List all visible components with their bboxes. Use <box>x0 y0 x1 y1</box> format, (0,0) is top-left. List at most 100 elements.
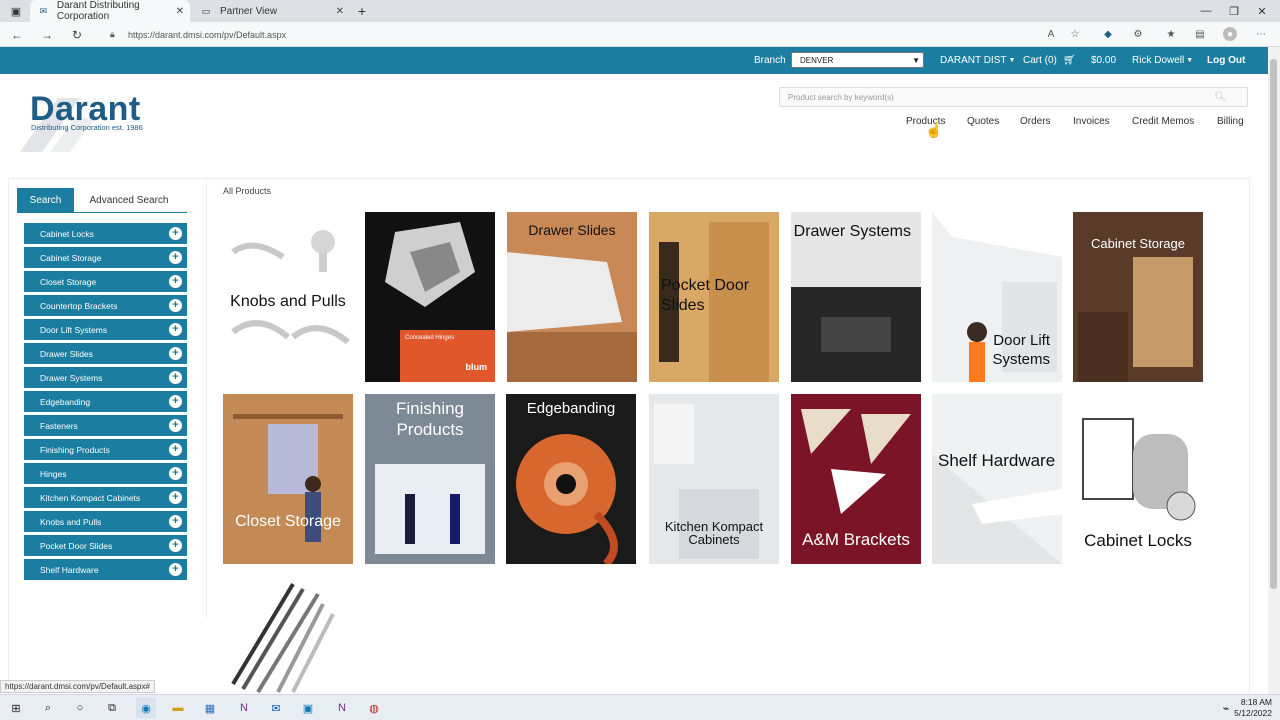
window-menu-icon[interactable]: ▣ <box>8 3 24 19</box>
tile-kitchen-kompact-cabinets[interactable]: Kitchen Kompact Cabinets <box>649 394 779 564</box>
extensions-icon[interactable]: ⚙ <box>1131 27 1145 41</box>
network-icon[interactable]: ⌁ <box>1216 698 1236 718</box>
expand-plus-icon[interactable]: + <box>169 563 182 576</box>
tile-door-lift-systems[interactable]: Door Lift Systems <box>932 212 1062 382</box>
browser-tab-darant[interactable]: ✉ Darant Distributing Corporation ✕ <box>30 0 190 22</box>
more-icon[interactable]: ⋯ <box>1254 27 1268 41</box>
tile-am-brackets[interactable]: A&M Brackets <box>791 394 921 564</box>
tile-cabinet-storage[interactable]: Cabinet Storage <box>1073 212 1203 382</box>
nav-billing[interactable]: Billing <box>1217 116 1244 127</box>
sidebar-category-edgebanding[interactable]: Edgebanding + <box>24 391 187 412</box>
onenote-icon[interactable]: N <box>234 698 254 718</box>
tile-shelf-hardware[interactable]: Shelf Hardware <box>932 394 1062 564</box>
expand-plus-icon[interactable]: + <box>169 515 182 528</box>
tile-knobs-and-pulls[interactable]: Knobs and Pulls <box>223 212 353 382</box>
logout-link[interactable]: Log Out <box>1207 47 1245 74</box>
scrollbar-thumb[interactable] <box>1270 59 1277 589</box>
favorite-icon[interactable]: ☆ <box>1068 27 1082 41</box>
close-tab-icon[interactable]: ✕ <box>336 6 344 17</box>
expand-plus-icon[interactable]: + <box>169 491 182 504</box>
sidebar-category-shelf-hardware[interactable]: Shelf Hardware + <box>24 559 187 580</box>
extension-icon[interactable]: ◆ <box>1101 27 1115 41</box>
refresh-icon[interactable]: ↻ <box>68 26 86 44</box>
expand-plus-icon[interactable]: + <box>169 251 182 264</box>
expand-plus-icon[interactable]: + <box>169 539 182 552</box>
tile-cabinet-locks[interactable]: Cabinet Locks <box>1073 394 1203 564</box>
sidebar-category-knobs-and-pulls[interactable]: Knobs and Pulls + <box>24 511 187 532</box>
sidebar-category-cabinet-storage[interactable]: Cabinet Storage + <box>24 247 187 268</box>
sidebar-category-closet-storage[interactable]: Closet Storage + <box>24 271 187 292</box>
expand-plus-icon[interactable]: + <box>169 443 182 456</box>
sidebar-category-fasteners[interactable]: Fasteners + <box>24 415 187 436</box>
profile-icon[interactable]: ● <box>1223 27 1237 41</box>
onenote-2-icon[interactable]: N <box>332 698 352 718</box>
maximize-icon[interactable]: ❐ <box>1226 3 1242 19</box>
close-tab-icon[interactable]: ✕ <box>176 6 184 17</box>
nav-quotes[interactable]: Quotes <box>967 116 999 127</box>
sidebar-category-drawer-systems[interactable]: Drawer Systems + <box>24 367 187 388</box>
tile-hinges[interactable]: Concealed Hinges blum <box>365 212 495 382</box>
expand-plus-icon[interactable]: + <box>169 299 182 312</box>
tile-drawer-systems[interactable]: Drawer Systems <box>791 212 921 382</box>
url-field[interactable]: 🔒︎ https://darant.dmsi.com/pv/Default.as… <box>104 25 1064 44</box>
nav-credit-memos[interactable]: Credit Memos <box>1132 116 1194 127</box>
sidebar-category-countertop-brackets[interactable]: Countertop Brackets + <box>24 295 187 316</box>
tile-drawer-slides[interactable]: Drawer Slides <box>507 212 637 382</box>
sidebar-category-drawer-slides[interactable]: Drawer Slides + <box>24 343 187 364</box>
read-aloud-icon[interactable]: A <box>1044 27 1058 41</box>
sidebar-category-finishing-products[interactable]: Finishing Products + <box>24 439 187 460</box>
tile-edgebanding[interactable]: Edgebanding <box>506 394 636 564</box>
page-scrollbar[interactable] <box>1268 47 1280 694</box>
sidebar-category-door-lift-systems[interactable]: Door Lift Systems + <box>24 319 187 340</box>
expand-plus-icon[interactable]: + <box>169 395 182 408</box>
app-2-icon[interactable]: ◍ <box>364 698 384 718</box>
close-window-icon[interactable]: ✕ <box>1254 3 1270 19</box>
nav-orders[interactable]: Orders <box>1020 116 1051 127</box>
darant-logo[interactable]: Darant Distributing Corporation est. 198… <box>20 88 160 152</box>
expand-plus-icon[interactable]: + <box>169 227 182 240</box>
app-icon[interactable]: ▣ <box>298 698 318 718</box>
minimize-icon[interactable]: — <box>1198 3 1214 19</box>
breadcrumb[interactable]: All Products <box>223 186 271 196</box>
address-bar-row: ← → ↻ 🔒︎ https://darant.dmsi.com/pv/Defa… <box>0 22 1280 47</box>
tile-finishing-products[interactable]: Finishing Products <box>365 394 495 564</box>
expand-plus-icon[interactable]: + <box>169 419 182 432</box>
store-icon[interactable]: ▦ <box>200 698 220 718</box>
cart-link[interactable]: Cart (0) 🛒︎ <box>1023 47 1076 74</box>
user-menu[interactable]: Rick Dowell ▼ <box>1132 47 1193 74</box>
back-icon[interactable]: ← <box>8 26 26 44</box>
search-icon[interactable]: 🔍︎ <box>1214 92 1227 103</box>
tile-pocket-door-slides[interactable]: Pocket Door Slides <box>649 212 779 382</box>
tab-advanced-search[interactable]: Advanced Search <box>78 188 180 213</box>
start-icon[interactable]: ⊞ <box>6 698 26 718</box>
nav-invoices[interactable]: Invoices <box>1073 116 1110 127</box>
file-explorer-icon[interactable]: ▬ <box>168 698 188 718</box>
search-icon[interactable]: ⌕ <box>38 698 58 718</box>
new-tab-icon[interactable]: + <box>354 3 370 19</box>
clock[interactable]: 8:18 AM 5/12/2022 <box>1234 697 1272 719</box>
expand-plus-icon[interactable]: + <box>169 323 182 336</box>
tab-search[interactable]: Search <box>17 188 74 213</box>
edge-icon[interactable]: ◉ <box>136 698 156 718</box>
forward-icon[interactable]: → <box>38 26 56 44</box>
collections-icon[interactable]: ▤ <box>1193 27 1207 41</box>
expand-plus-icon[interactable]: + <box>169 347 182 360</box>
expand-plus-icon[interactable]: + <box>169 467 182 480</box>
expand-plus-icon[interactable]: + <box>169 275 182 288</box>
sidebar-category-kitchen-kompact-cabinets[interactable]: Kitchen Kompact Cabinets + <box>24 487 187 508</box>
branch-select[interactable]: DENVER ▼ <box>791 52 924 68</box>
sidebar-category-cabinet-locks[interactable]: Cabinet Locks + <box>24 223 187 244</box>
sidebar-category-pocket-door-slides[interactable]: Pocket Door Slides + <box>24 535 187 556</box>
task-view-icon[interactable]: ⧉ <box>102 698 122 718</box>
product-search-input[interactable]: Product search by keyword(s) 🔍︎ <box>779 87 1248 107</box>
browser-tab-partner-view[interactable]: ▭ Partner View ✕ <box>192 0 350 22</box>
expand-plus-icon[interactable]: + <box>169 371 182 384</box>
favorites-icon[interactable]: ★ <box>1164 27 1178 41</box>
branch-label: Branch <box>754 55 786 66</box>
tile-closet-storage[interactable]: Closet Storage <box>223 394 353 564</box>
sidebar-category-hinges[interactable]: Hinges + <box>24 463 187 484</box>
cortana-icon[interactable]: ○ <box>70 698 90 718</box>
account-menu[interactable]: DARANT DIST ▼ <box>940 47 1015 74</box>
tile-fasteners[interactable] <box>223 574 353 694</box>
outlook-icon[interactable]: ✉ <box>266 698 286 718</box>
